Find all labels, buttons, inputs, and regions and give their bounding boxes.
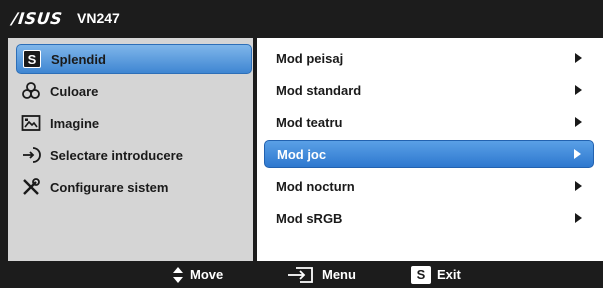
submenu-item-mod-standard[interactable]: Mod standard bbox=[264, 76, 594, 104]
arrow-right-icon bbox=[575, 181, 582, 191]
menu-label: Menu bbox=[322, 267, 356, 282]
main-menu-panel: S Splendid Culoare Imagine Selectare int… bbox=[8, 38, 253, 261]
menu-item-label: Imagine bbox=[50, 115, 100, 131]
brand-logo-text: /ISUS bbox=[11, 8, 64, 28]
menu-item-imagine[interactable]: Imagine bbox=[16, 108, 252, 138]
submenu-item-label: Mod nocturn bbox=[276, 178, 355, 194]
menu-item-splendid[interactable]: S Splendid bbox=[16, 44, 252, 74]
exit-hint: S Exit bbox=[411, 261, 461, 288]
osd-menu: /ISUS VN247 S Splendid Culoare Imagine S… bbox=[0, 0, 603, 288]
submenu-item-mod-srgb[interactable]: Mod sRGB bbox=[264, 204, 594, 232]
model-name: VN247 bbox=[77, 10, 120, 26]
submenu-panel: Mod peisaj Mod standard Mod teatru Mod j… bbox=[257, 38, 603, 261]
menu-item-label: Configurare sistem bbox=[50, 179, 169, 195]
arrow-right-icon bbox=[575, 117, 582, 127]
image-icon bbox=[20, 112, 42, 134]
menu-item-selectare-introducere[interactable]: Selectare introducere bbox=[16, 140, 252, 170]
color-circles-icon bbox=[20, 80, 42, 102]
input-select-icon bbox=[20, 144, 42, 166]
submenu-item-mod-teatru[interactable]: Mod teatru bbox=[264, 108, 594, 136]
title-bar: /ISUS VN247 bbox=[0, 0, 603, 36]
arrow-right-icon bbox=[574, 149, 581, 159]
submenu-item-mod-nocturn[interactable]: Mod nocturn bbox=[264, 172, 594, 200]
submenu-item-label: Mod peisaj bbox=[276, 50, 344, 66]
footer-hints: Move Menu S Exit bbox=[0, 261, 603, 288]
arrow-right-icon bbox=[575, 53, 582, 63]
splendid-s-icon: S bbox=[21, 48, 43, 70]
move-label: Move bbox=[190, 267, 224, 282]
submenu-item-label: Mod joc bbox=[277, 146, 327, 162]
tools-icon bbox=[20, 176, 42, 198]
submenu-item-label: Mod standard bbox=[276, 82, 362, 98]
menu-hint: Menu bbox=[286, 261, 356, 288]
exit-label: Exit bbox=[437, 267, 461, 282]
menu-item-label: Culoare bbox=[50, 83, 99, 99]
up-down-arrows-icon bbox=[172, 266, 184, 284]
submenu-item-mod-peisaj[interactable]: Mod peisaj bbox=[264, 44, 594, 72]
menu-item-culoare[interactable]: Culoare bbox=[16, 76, 252, 106]
menu-item-configurare-sistem[interactable]: Configurare sistem bbox=[16, 172, 252, 202]
submenu-item-label: Mod sRGB bbox=[276, 210, 343, 226]
enter-menu-icon bbox=[286, 266, 316, 284]
menu-item-label: Splendid bbox=[51, 51, 106, 67]
arrow-right-icon bbox=[575, 213, 582, 223]
asus-logo: /ISUS bbox=[11, 8, 64, 28]
move-hint: Move bbox=[172, 261, 223, 288]
submenu-item-mod-joc[interactable]: Mod joc bbox=[264, 140, 594, 168]
submenu-item-label: Mod teatru bbox=[276, 114, 343, 130]
menu-item-label: Selectare introducere bbox=[50, 147, 183, 163]
arrow-right-icon bbox=[575, 85, 582, 95]
s-key-icon: S bbox=[411, 265, 431, 284]
